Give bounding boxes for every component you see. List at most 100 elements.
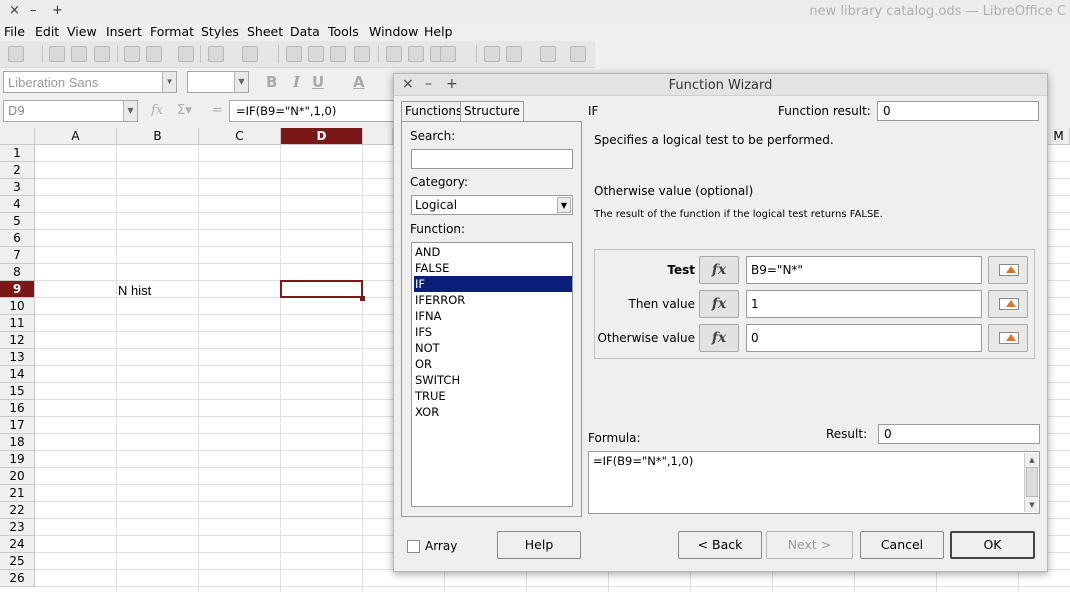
function-list-item[interactable]: FALSE xyxy=(414,260,572,276)
arg-input-test[interactable]: B9="N*" xyxy=(746,256,982,284)
maximize-window-button[interactable]: + xyxy=(52,3,63,18)
column-header-c[interactable]: C xyxy=(199,128,281,145)
row-header[interactable]: 1 xyxy=(0,145,35,162)
scroll-thumb[interactable] xyxy=(1026,467,1038,497)
row-header[interactable]: 10 xyxy=(0,298,35,315)
row-header[interactable]: 13 xyxy=(0,349,35,366)
column-icon[interactable] xyxy=(242,46,258,62)
row-header[interactable]: 19 xyxy=(0,451,35,468)
back-button[interactable]: < Back xyxy=(678,531,762,559)
scroll-down-icon[interactable]: ▼ xyxy=(1026,499,1038,511)
autofilter-icon[interactable] xyxy=(354,46,370,62)
font-size-box[interactable]: ▼ xyxy=(187,71,249,93)
formula-scrollbar[interactable]: ▲ ▼ xyxy=(1024,453,1038,512)
function-list-item[interactable]: XOR xyxy=(414,404,572,420)
row-header[interactable]: 11 xyxy=(0,315,35,332)
formula-input[interactable]: =IF(B9="N*",1,0) xyxy=(229,100,399,122)
row-header[interactable]: 6 xyxy=(0,230,35,247)
row-header[interactable]: 20 xyxy=(0,468,35,485)
row-header[interactable]: 21 xyxy=(0,485,35,502)
chevron-down-icon[interactable]: ▼ xyxy=(234,72,248,92)
function-listbox[interactable]: AND FALSE IF IFERROR IFNA IFS NOT OR SWITCH TRUE X… xyxy=(411,242,573,507)
draw-functions-icon[interactable] xyxy=(570,46,586,62)
function-list-item[interactable]: AND xyxy=(414,244,572,260)
cell-cursor-d9[interactable] xyxy=(280,280,363,298)
row-header[interactable]: 26 xyxy=(0,570,35,587)
fx-icon[interactable]: fx xyxy=(699,290,739,318)
sum-icon[interactable]: Σ▾ xyxy=(177,103,192,118)
row-header[interactable]: 15 xyxy=(0,383,35,400)
row-header[interactable]: 8 xyxy=(0,264,35,281)
function-list-item[interactable]: SWITCH xyxy=(414,372,572,388)
ok-button[interactable]: OK xyxy=(950,531,1035,559)
cell-b9[interactable]: N hist xyxy=(118,283,151,298)
clone-formatting-icon[interactable] xyxy=(178,46,194,62)
headers-footers-icon[interactable] xyxy=(540,46,556,62)
column-header-m[interactable]: M xyxy=(1048,128,1070,145)
array-checkbox[interactable] xyxy=(407,540,420,553)
formula-textarea[interactable]: =IF(B9="N*",1,0) ▲ ▼ xyxy=(588,451,1040,514)
row-header[interactable]: 25 xyxy=(0,553,35,570)
name-box[interactable]: D9 ▼ xyxy=(3,100,138,122)
copy-icon[interactable] xyxy=(146,46,162,62)
minimize-window-button[interactable]: – xyxy=(30,3,37,18)
chart-icon[interactable] xyxy=(408,46,424,62)
bold-icon[interactable]: B xyxy=(266,73,277,91)
print-preview-icon[interactable] xyxy=(94,46,110,62)
next-button[interactable]: Next > xyxy=(766,531,853,559)
image-icon[interactable] xyxy=(386,46,402,62)
row-header[interactable]: 4 xyxy=(0,196,35,213)
function-list-item[interactable]: IFNA xyxy=(414,308,572,324)
row-header[interactable]: 14 xyxy=(0,366,35,383)
arg-input-then[interactable]: 1 xyxy=(746,290,982,318)
row-header[interactable]: 16 xyxy=(0,400,35,417)
font-color-icon[interactable]: A xyxy=(353,73,365,91)
chevron-down-icon[interactable]: ▼ xyxy=(557,197,571,213)
menu-file[interactable]: File xyxy=(4,24,25,39)
sort-descending-icon[interactable] xyxy=(330,46,346,62)
comment-icon[interactable] xyxy=(506,46,522,62)
formula-icon[interactable]: = xyxy=(212,103,223,118)
select-all-corner[interactable] xyxy=(0,128,35,145)
menu-format[interactable]: Format xyxy=(150,24,194,39)
menu-data[interactable]: Data xyxy=(290,24,320,39)
menu-window[interactable]: Window xyxy=(369,24,418,39)
tab-structure[interactable]: Structure xyxy=(460,101,524,121)
help-button[interactable]: Help xyxy=(497,531,581,559)
fx-icon[interactable]: fx xyxy=(699,324,739,352)
column-header-a[interactable]: A xyxy=(35,128,117,145)
shrink-then-button[interactable] xyxy=(988,290,1028,318)
font-name-box[interactable]: Liberation Sans ▼ xyxy=(3,71,177,93)
hyperlink-icon[interactable] xyxy=(484,46,500,62)
row-header[interactable]: 3 xyxy=(0,179,35,196)
autofill-handle[interactable] xyxy=(360,296,365,301)
special-character-icon[interactable] xyxy=(440,46,456,62)
scroll-up-icon[interactable]: ▲ xyxy=(1026,454,1038,466)
row-header[interactable]: 12 xyxy=(0,332,35,349)
tab-functions[interactable]: Functions xyxy=(401,101,467,122)
function-list-item[interactable]: TRUE xyxy=(414,388,572,404)
column-header-b[interactable]: B xyxy=(117,128,199,145)
arg-input-otherwise[interactable]: 0 xyxy=(746,324,982,352)
row-header[interactable]: 18 xyxy=(0,434,35,451)
function-list-item[interactable]: OR xyxy=(414,356,572,372)
menu-insert[interactable]: Insert xyxy=(106,24,142,39)
chevron-down-icon[interactable]: ▼ xyxy=(162,72,176,92)
function-list-item[interactable]: IFS xyxy=(414,324,572,340)
row-header[interactable]: 24 xyxy=(0,536,35,553)
function-list-item[interactable]: IFERROR xyxy=(414,292,572,308)
italic-icon[interactable]: I xyxy=(293,73,300,91)
underline-icon[interactable]: U xyxy=(312,73,324,91)
cancel-button[interactable]: Cancel xyxy=(860,531,944,559)
category-select[interactable]: Logical ▼ xyxy=(411,195,573,215)
close-window-button[interactable]: × xyxy=(9,3,20,18)
shrink-otherwise-button[interactable] xyxy=(988,324,1028,352)
function-list-item[interactable]: IF xyxy=(414,276,572,292)
row-header[interactable]: 2 xyxy=(0,162,35,179)
row-header[interactable]: 22 xyxy=(0,502,35,519)
export-pdf-icon[interactable] xyxy=(49,46,65,62)
search-input[interactable] xyxy=(411,149,573,169)
sort-icon[interactable] xyxy=(286,46,302,62)
row-header[interactable]: 17 xyxy=(0,417,35,434)
menu-styles[interactable]: Styles xyxy=(201,24,239,39)
